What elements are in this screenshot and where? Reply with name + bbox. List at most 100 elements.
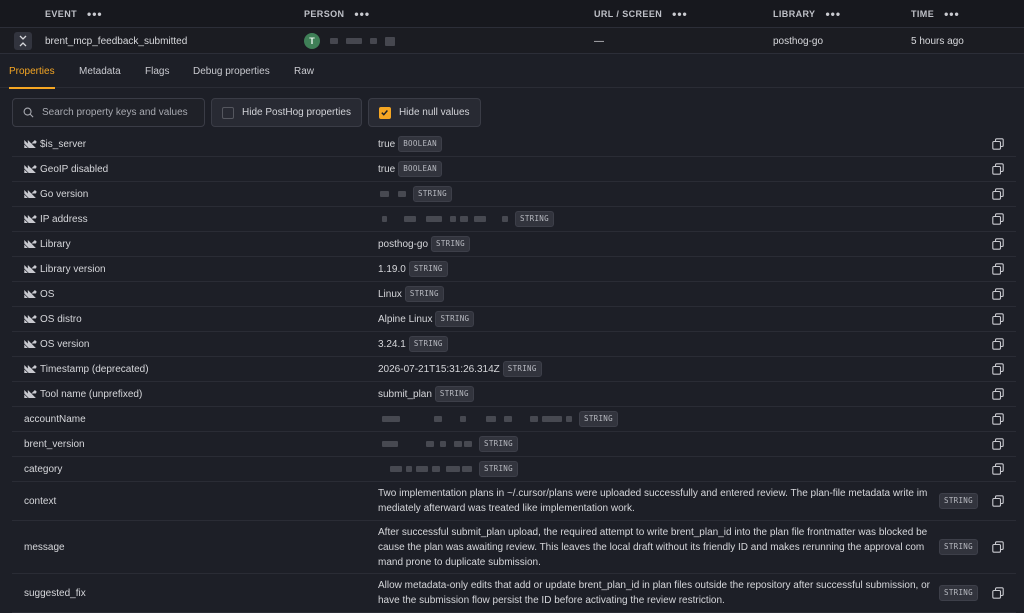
column-label-person: PERSON — [304, 9, 345, 19]
property-key: IP address — [12, 207, 88, 231]
property-value[interactable]: true BOOLEAN — [378, 157, 442, 181]
type-badge: STRING — [435, 311, 475, 327]
tab-metadata[interactable]: Metadata — [79, 54, 121, 88]
checkbox-unchecked[interactable] — [222, 106, 234, 119]
property-row: Timestamp (deprecated) 2026-07-21T15:31:2… — [12, 357, 1016, 382]
hide-null-values-toggle[interactable]: Hide null values — [367, 98, 481, 127]
property-value-text: Alpine Linux — [378, 313, 433, 325]
column-menu-person[interactable]: ••• — [354, 8, 370, 20]
redacted-block — [426, 441, 434, 447]
library-cell: posthog-go — [773, 35, 824, 47]
column-menu-url[interactable]: ••• — [672, 8, 688, 20]
redacted-block — [330, 38, 338, 44]
url-cell: — — [594, 35, 604, 47]
hide-posthog-properties-toggle[interactable]: Hide PostHog properties — [211, 98, 362, 127]
property-value[interactable]: 2026-07-21T15:31:26.314Z STRING — [378, 357, 542, 381]
tab-raw[interactable]: Raw — [294, 54, 314, 88]
copy-icon[interactable] — [992, 188, 1004, 200]
property-row: OS Linux STRING — [12, 282, 1016, 307]
property-value[interactable]: Allow metadata-only edits that add or up… — [378, 574, 934, 612]
property-row: OS version 3.24.1 STRING — [12, 332, 1016, 357]
person-cell[interactable]: T — [304, 28, 403, 54]
redacted-block — [460, 216, 468, 222]
copy-icon[interactable] — [992, 238, 1004, 250]
tab-flags[interactable]: Flags — [145, 54, 169, 88]
property-value[interactable]: STRING — [378, 407, 618, 431]
property-key: Library — [12, 232, 71, 256]
redacted-block — [446, 466, 460, 472]
posthog-hedgehog-icon — [24, 265, 37, 273]
event-name[interactable]: brent_mcp_feedback_submitted — [45, 28, 187, 54]
property-key-label: suggested_fix — [24, 587, 86, 599]
copy-icon[interactable] — [992, 413, 1004, 425]
copy-icon[interactable] — [992, 213, 1004, 225]
property-value[interactable]: submit_plan STRING — [378, 382, 474, 406]
type-badge: STRING — [939, 585, 978, 601]
event-row[interactable]: brent_mcp_feedback_submitted T — posthog… — [0, 28, 1024, 54]
column-person: PERSON ••• — [304, 0, 370, 28]
copy-icon[interactable] — [992, 495, 1004, 507]
redacted-block — [502, 216, 508, 222]
redacted-value — [378, 214, 512, 224]
property-value[interactable]: posthog-go STRING — [378, 232, 470, 256]
property-row: context Two implementation plans in ~/.cu… — [12, 482, 1016, 521]
type-badge: STRING — [408, 261, 448, 277]
property-value[interactable]: STRING — [378, 432, 518, 456]
property-value[interactable]: 3.24.1 STRING — [378, 332, 448, 356]
property-value[interactable]: STRING — [378, 182, 452, 206]
property-key: OS version — [12, 332, 89, 356]
property-value[interactable]: Two implementation plans in ~/.cursor/pl… — [378, 482, 934, 520]
redacted-block — [382, 216, 387, 222]
copy-icon[interactable] — [992, 338, 1004, 350]
copy-icon[interactable] — [992, 313, 1004, 325]
posthog-hedgehog-icon — [24, 365, 37, 373]
copy-icon[interactable] — [992, 138, 1004, 150]
column-menu-time[interactable]: ••• — [944, 8, 960, 20]
property-row: Go version STRING — [12, 182, 1016, 207]
property-value[interactable]: After successful submit_plan upload, the… — [378, 521, 934, 573]
collapse-row-button[interactable] — [14, 32, 32, 50]
search-input[interactable]: Search property keys and values — [12, 98, 205, 127]
property-key-label: $is_server — [40, 138, 87, 150]
copy-icon[interactable] — [992, 363, 1004, 375]
property-value-text: 2026-07-21T15:31:26.314Z — [378, 363, 500, 375]
copy-icon[interactable] — [992, 463, 1004, 475]
column-menu-event[interactable]: ••• — [87, 8, 103, 20]
copy-icon[interactable] — [992, 587, 1004, 599]
copy-icon[interactable] — [992, 541, 1004, 553]
detail-tabs: Properties Metadata Flags Debug properti… — [0, 54, 1024, 89]
property-key-label: Tool name (unprefixed) — [40, 388, 143, 400]
column-label-url: URL / SCREEN — [594, 9, 663, 19]
copy-icon[interactable] — [992, 163, 1004, 175]
property-value[interactable]: STRING — [378, 457, 518, 481]
copy-icon[interactable] — [992, 288, 1004, 300]
property-value-text: submit_plan — [378, 388, 432, 400]
posthog-hedgehog-icon — [24, 315, 37, 323]
column-label-library: LIBRARY — [773, 9, 816, 19]
property-key: OS distro — [12, 307, 82, 331]
property-key-label: IP address — [40, 213, 88, 225]
redacted-block — [450, 216, 456, 222]
property-key-label: Library — [40, 238, 71, 250]
redacted-block — [462, 466, 472, 472]
copy-icon[interactable] — [992, 438, 1004, 450]
column-url: URL / SCREEN ••• — [594, 0, 688, 28]
property-value[interactable]: Linux STRING — [378, 282, 444, 306]
tab-debug-properties[interactable]: Debug properties — [193, 54, 270, 88]
redacted-block — [404, 216, 416, 222]
property-row: GeoIP disabled true BOOLEAN — [12, 157, 1016, 182]
copy-icon[interactable] — [992, 388, 1004, 400]
property-row: message After successful submit_plan uplo… — [12, 521, 1016, 574]
table-header: EVENT ••• PERSON ••• URL / SCREEN ••• LI… — [0, 0, 1024, 28]
property-value[interactable]: 1.19.0 STRING — [378, 257, 448, 281]
property-value[interactable]: Alpine Linux STRING — [378, 307, 475, 331]
property-value[interactable]: true BOOLEAN — [378, 132, 442, 156]
property-value[interactable]: STRING — [378, 207, 554, 231]
tab-properties[interactable]: Properties — [9, 54, 55, 89]
redacted-block — [416, 466, 428, 472]
redacted-value — [378, 414, 576, 424]
checkbox-checked[interactable] — [378, 106, 391, 119]
property-row: brent_version STRING — [12, 432, 1016, 457]
copy-icon[interactable] — [992, 263, 1004, 275]
column-menu-library[interactable]: ••• — [825, 8, 841, 20]
